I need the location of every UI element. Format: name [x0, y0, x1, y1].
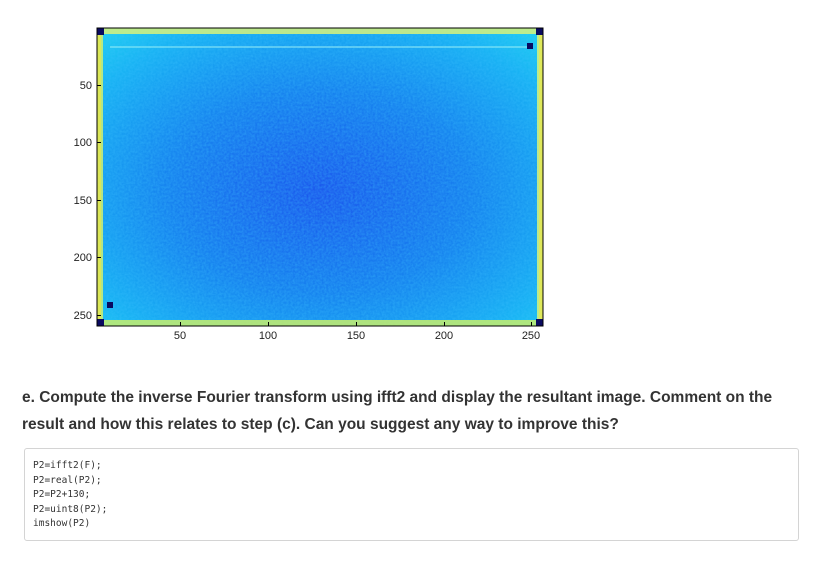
code-line: imshow(P2): [33, 518, 91, 529]
spectrum-image: [96, 27, 544, 327]
code-line: P2=ifft2(F);: [33, 460, 102, 471]
question-text: e. Compute the inverse Fourier transform…: [22, 389, 773, 433]
x-tick-label: 250: [522, 330, 540, 342]
code-line: P2=P2+130;: [33, 489, 91, 500]
y-tick-label: 250: [74, 310, 92, 322]
code-block[interactable]: P2=ifft2(F); P2=real(P2); P2=P2+130; P2=…: [24, 448, 799, 541]
y-tick-label: 200: [74, 252, 92, 264]
y-tick-label: 50: [80, 80, 92, 92]
y-tick-label: 100: [74, 137, 92, 149]
y-tick-label: 150: [74, 195, 92, 207]
x-tick-label: 150: [347, 330, 365, 342]
fourier-spectrum-figure: 50 100 150 200 250 50 100 150 200 250: [74, 27, 544, 342]
x-tick-label: 50: [174, 330, 186, 342]
code-line: P2=real(P2);: [33, 474, 102, 486]
x-tick-label: 100: [259, 330, 277, 342]
code-line: P2=uint8(P2);: [33, 503, 108, 515]
x-tick-label: 200: [435, 330, 453, 342]
